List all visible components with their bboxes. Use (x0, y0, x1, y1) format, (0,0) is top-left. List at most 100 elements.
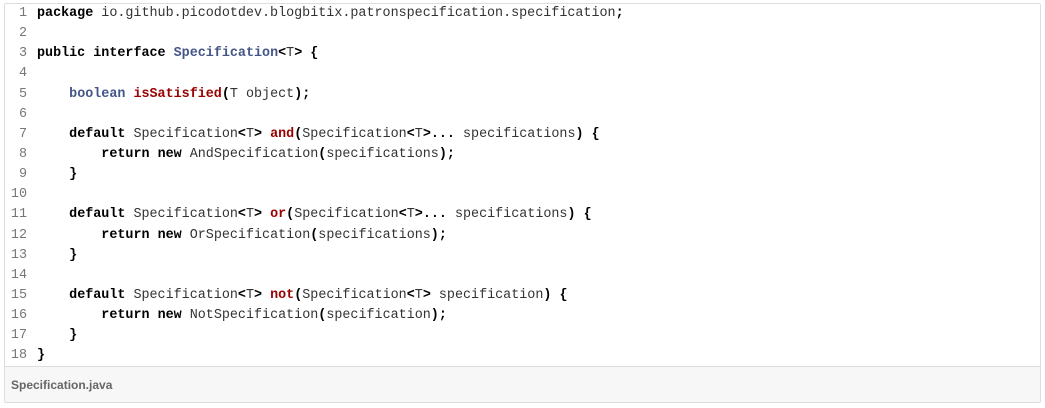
code-token: specification (430, 287, 544, 303)
line-code: } (37, 326, 77, 346)
code-token: package (37, 6, 94, 21)
code-line: 3 public interface Specification<T> { (5, 44, 1040, 64)
line-number: 13 (10, 247, 27, 263)
code-line: 6 (5, 105, 1040, 125)
line-code: package io.github.picodotdev.blogbitix.p… (37, 4, 624, 24)
code-token: < (237, 126, 246, 142)
code-token: T (286, 46, 295, 62)
code-line: 12 return new OrSpecification(specificat… (5, 226, 1040, 246)
code-line: 15 default Specification<T> not(Specific… (5, 286, 1040, 306)
code-line: 1 package io.github.picodotdev.blogbitix.… (5, 4, 1040, 24)
code-token: ); (430, 227, 447, 243)
code-token: < (237, 287, 246, 303)
code-gist: 1 package io.github.picodotdev.blogbitix.… (4, 3, 1041, 403)
code-token: T (245, 287, 254, 303)
code-line: 11 default Specification<T> or(Specifica… (5, 205, 1040, 225)
code-token: >... (414, 207, 447, 223)
line-number: 10 (10, 187, 27, 203)
code-token: default (69, 287, 126, 303)
code-token: Specification (302, 126, 407, 142)
code-token: T (414, 126, 423, 142)
line-number: 12 (10, 227, 27, 243)
code-token: specifications (318, 227, 431, 243)
code-line: 14 (5, 266, 1040, 286)
code-line: 18} (5, 346, 1040, 366)
code-token: >... (422, 126, 455, 142)
code-token: ) (575, 126, 584, 142)
code-token: > (254, 287, 263, 303)
code-token: T object (229, 86, 295, 102)
code-token: new (157, 308, 182, 324)
code-token: T (406, 207, 415, 223)
code-token: { (583, 207, 592, 223)
code-line: 16 return new NotSpecification(specifica… (5, 306, 1040, 326)
code-token: } (69, 167, 78, 183)
code-line: 17 } (5, 326, 1040, 346)
code-token: specification (326, 308, 431, 324)
code-token: > (254, 207, 263, 223)
line-code: return new NotSpecification(specificatio… (37, 306, 447, 326)
line-code: boolean isSatisfied(T object); (37, 85, 310, 105)
code-token: isSatisfied (133, 86, 222, 102)
code-token: ; (615, 6, 624, 21)
line-number: 9 (18, 167, 27, 183)
code-token: { (310, 46, 319, 62)
code-token: Specification (125, 207, 238, 223)
code-token: io.github.picodotdev.blogbitix.patronspe… (93, 6, 616, 21)
code-token: or (270, 207, 287, 223)
code-line: 13 } (5, 246, 1040, 266)
code-token: T (245, 126, 254, 142)
code-line: 5 boolean isSatisfied(T object); (5, 85, 1040, 105)
line-number: 17 (10, 328, 27, 344)
code-token: specifications (326, 146, 439, 162)
line-number: 14 (10, 267, 27, 283)
code-token: < (237, 207, 246, 223)
code-token: { (591, 126, 600, 142)
code-token: < (406, 126, 415, 142)
code-token: default (69, 126, 126, 142)
code-token: Specification (302, 287, 407, 303)
code-token: Specification (173, 46, 279, 62)
code-token: ( (286, 207, 295, 223)
code-token: < (398, 207, 407, 223)
line-number: 1 (18, 6, 27, 21)
code-token: new (157, 227, 182, 243)
line-code: } (37, 346, 45, 366)
code-line: 8 return new AndSpecification(specificat… (5, 145, 1040, 165)
line-code: return new OrSpecification(specification… (37, 226, 447, 246)
code-token: specifications (446, 207, 568, 223)
code-token: interface (93, 46, 166, 62)
line-number: 5 (18, 86, 27, 102)
code-token: ) (567, 207, 576, 223)
line-number: 16 (10, 308, 27, 324)
code-token: } (37, 348, 46, 364)
code-line: 7 default Specification<T> and(Specifica… (5, 125, 1040, 145)
line-code: return new AndSpecification(specificatio… (37, 145, 455, 165)
code-token: AndSpecification (181, 146, 319, 162)
code-token: Specification (125, 287, 238, 303)
line-number: 4 (18, 66, 27, 82)
file-footer: Specification.java (5, 366, 1040, 402)
line-number: 2 (18, 26, 27, 42)
code-token: ); (438, 146, 455, 162)
code-token: boolean (69, 86, 126, 102)
file-name[interactable]: Specification.java (11, 378, 112, 392)
line-code: public interface Specification<T> { (37, 44, 318, 64)
code-token: T (245, 207, 254, 223)
code-token: < (406, 287, 415, 303)
line-code: default Specification<T> or(Specificatio… (37, 205, 592, 225)
